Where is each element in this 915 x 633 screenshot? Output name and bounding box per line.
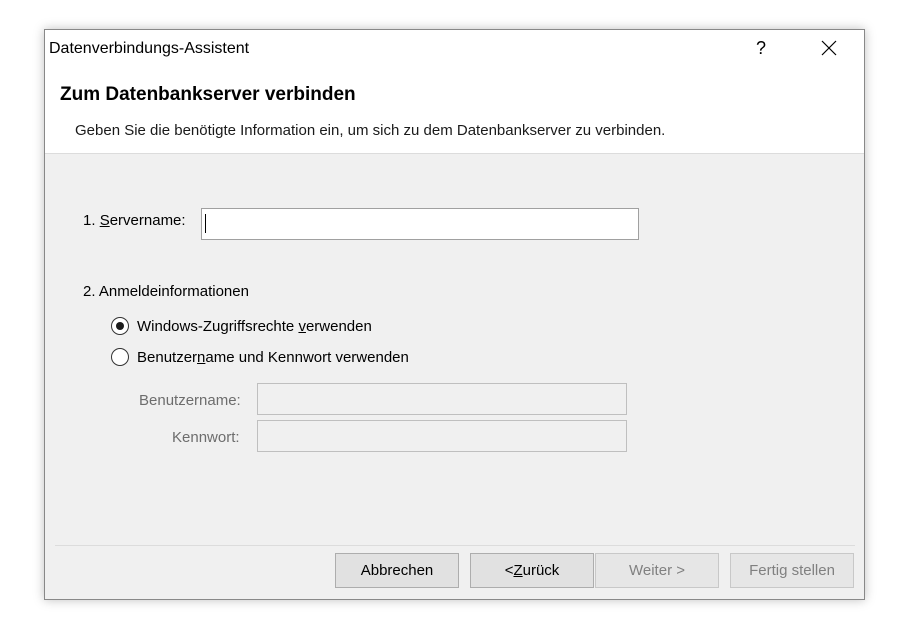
- radio-windows-auth[interactable]: Windows-Zugriffsrechte verwenden: [111, 317, 372, 335]
- password-input[interactable]: [257, 420, 627, 452]
- help-button[interactable]: ?: [745, 30, 777, 66]
- close-icon: [821, 40, 837, 56]
- credentials-heading: 2. Anmeldeinformationen: [83, 283, 249, 300]
- footer-separator: [55, 545, 855, 546]
- server-name-input[interactable]: [201, 208, 639, 240]
- text-caret: [205, 214, 206, 233]
- server-name-label: 1. Servername:: [83, 212, 186, 229]
- page-description: Geben Sie die benötigte Information ein,…: [75, 122, 666, 139]
- radio-username-password-indicator[interactable]: [111, 348, 129, 366]
- data-connection-wizard-dialog: Datenverbindungs-Assistent ? Zum Datenba…: [44, 29, 865, 600]
- password-label: Kennwort:: [172, 429, 240, 446]
- wizard-header: Zum Datenbankserver verbinden Geben Sie …: [45, 68, 864, 154]
- cancel-button[interactable]: Abbrechen: [335, 553, 459, 588]
- close-button[interactable]: [811, 30, 847, 66]
- username-input[interactable]: [257, 383, 627, 415]
- next-button[interactable]: Weiter >: [595, 553, 719, 588]
- back-button[interactable]: < Zurück: [470, 553, 594, 588]
- window-title: Datenverbindungs-Assistent: [49, 40, 250, 57]
- page-title: Zum Datenbankserver verbinden: [60, 84, 356, 105]
- finish-button[interactable]: Fertig stellen: [730, 553, 854, 588]
- title-bar: Datenverbindungs-Assistent ?: [45, 30, 864, 68]
- username-label: Benutzername:: [139, 392, 241, 409]
- radio-username-password[interactable]: Benutzername und Kennwort verwenden: [111, 348, 409, 366]
- radio-windows-auth-indicator[interactable]: [111, 317, 129, 335]
- radio-username-password-label: Benutzername und Kennwort verwenden: [137, 348, 409, 366]
- radio-windows-auth-label: Windows-Zugriffsrechte verwenden: [137, 317, 372, 335]
